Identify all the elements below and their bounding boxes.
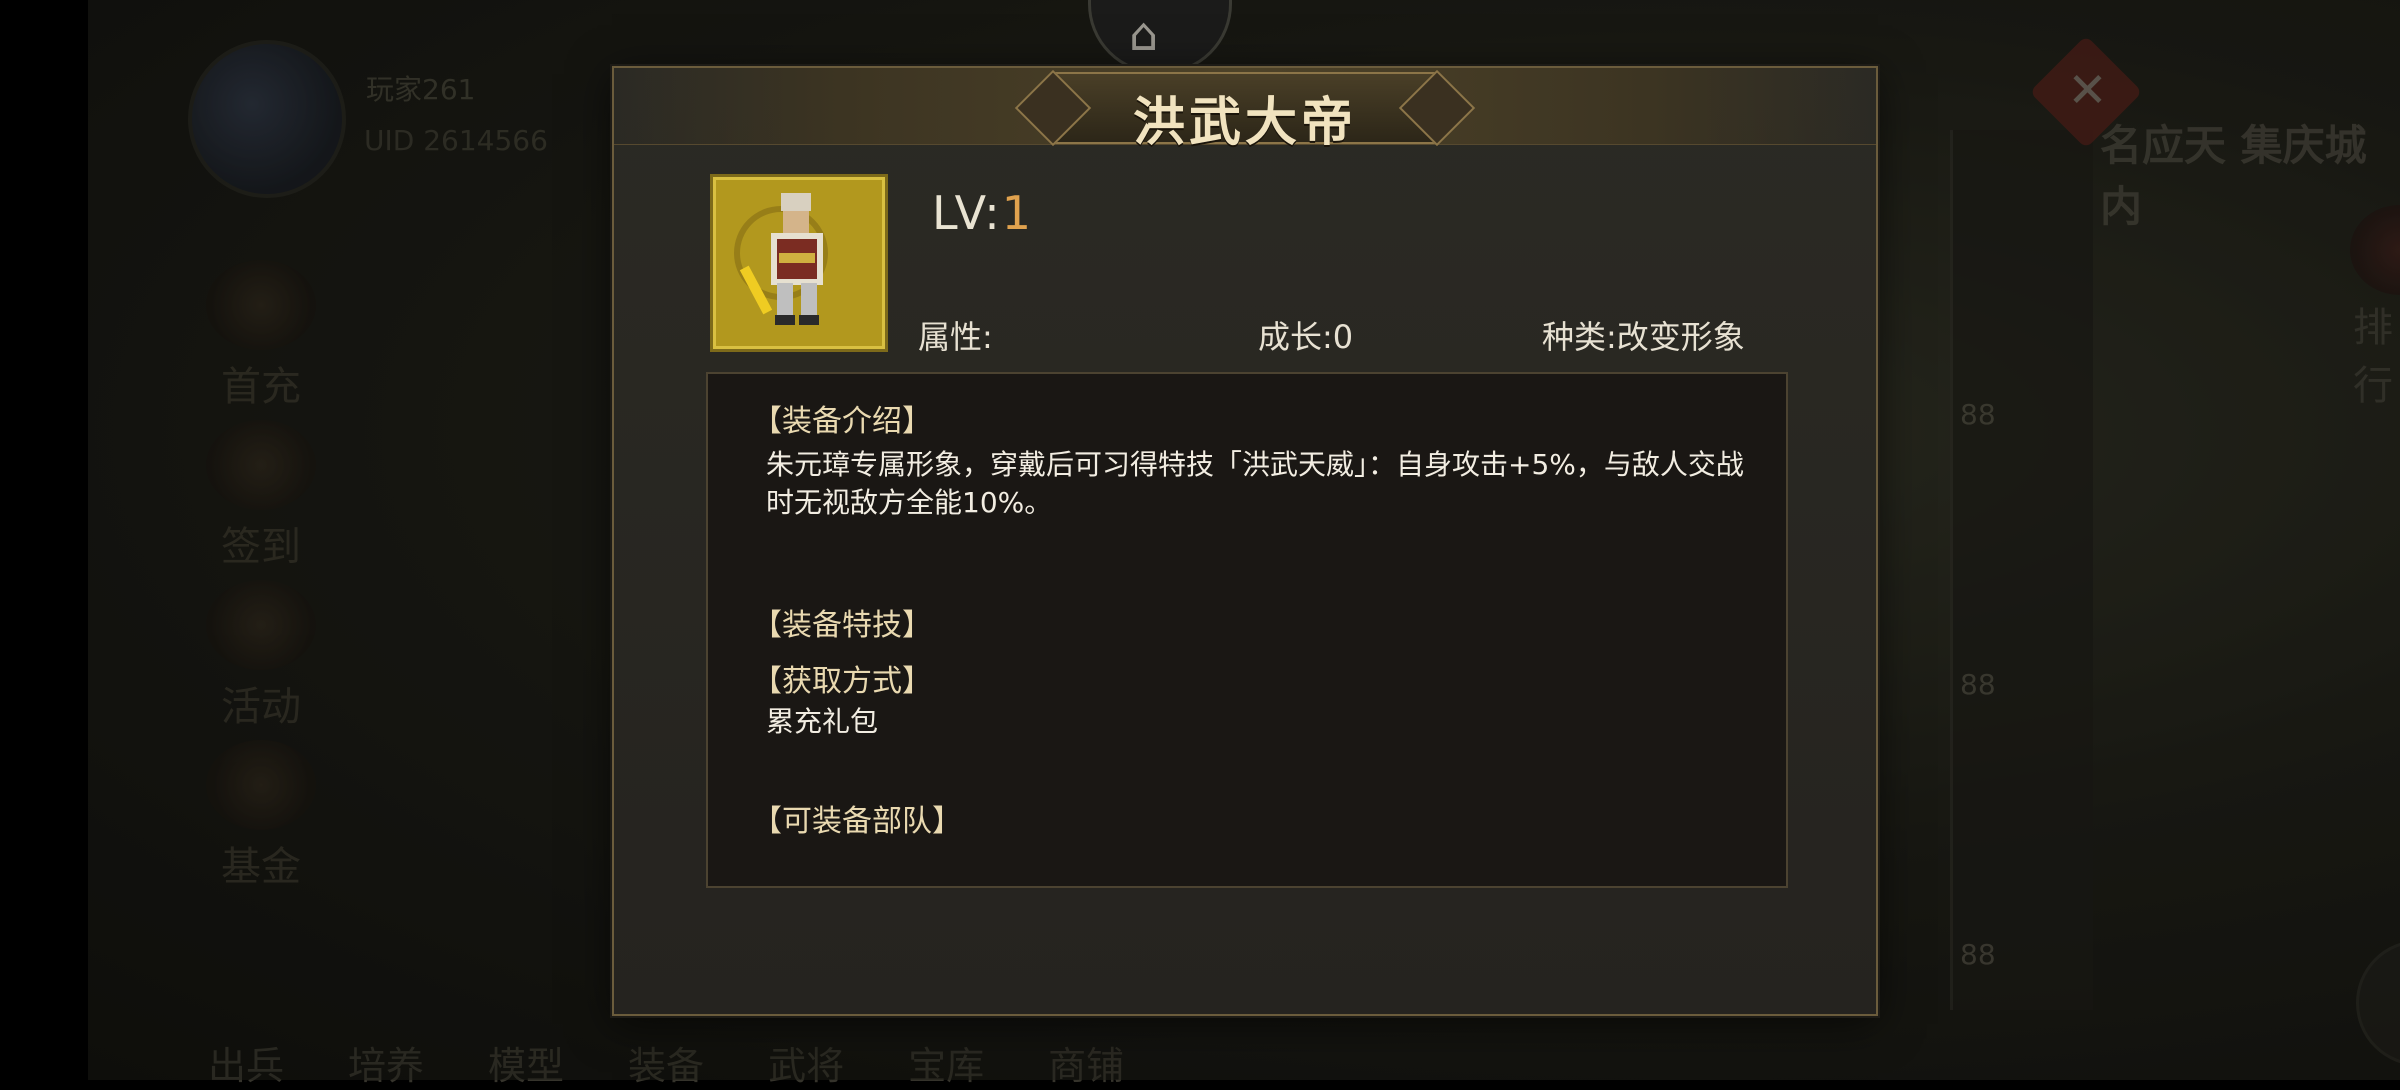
intro-text: 朱元璋专属形象，穿戴后可习得特技「洪武天威」：自身攻击+5%，与敌人交战时无视敌… [766, 448, 1744, 519]
troops-heading: 【可装备部队】 [752, 804, 962, 839]
obtain-heading: 【获取方式】 [752, 664, 932, 699]
title-plate: 洪武大帝 [1054, 72, 1436, 153]
equipment-info-box: 【装备介绍】 朱元璋专属形象，穿戴后可习得特技「洪武天威」：自身攻击+5%，与敌… [706, 372, 1788, 888]
dialog-title: 洪武大帝 [1132, 92, 1357, 153]
level-value: 1 [1001, 186, 1034, 240]
level-indicator: LV:1 [932, 186, 1033, 240]
skill-heading: 【装备特技】 [752, 608, 932, 643]
item-portrait [710, 174, 888, 352]
item-detail-dialog: 洪武大帝 LV:1 属性: 成长:0 种类:改变形象 【装备介绍】 朱元璋专属形… [612, 66, 1878, 1016]
dialog-title-bar: 洪武大帝 [614, 68, 1876, 153]
kind-label: 种类:改变形象 [1542, 318, 1745, 356]
obtain-text: 累充礼包 [766, 705, 879, 738]
intro-heading: 【装备介绍】 [752, 404, 932, 439]
level-prefix: LV: [932, 186, 1002, 240]
attribute-label: 属性: [918, 318, 993, 356]
general-figure-icon [734, 193, 828, 325]
growth-label: 成长:0 [1258, 318, 1354, 356]
